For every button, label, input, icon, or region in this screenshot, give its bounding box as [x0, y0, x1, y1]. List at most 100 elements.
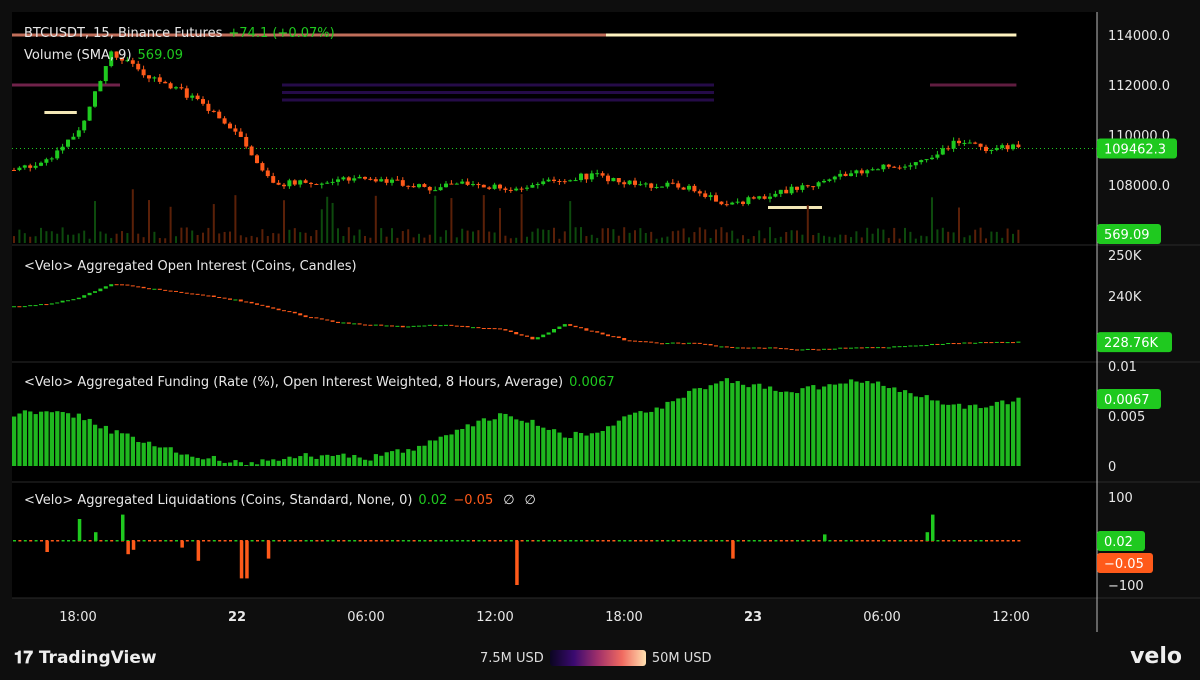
funding-bar: [843, 383, 848, 466]
funding-bar: [751, 384, 756, 466]
liq-empty-2: ∅: [524, 493, 536, 508]
oi-candle: [757, 347, 762, 349]
oi-candle: [460, 325, 465, 327]
liq-tick: −100: [1108, 579, 1144, 594]
oi-candle: [395, 325, 400, 327]
oi-candle: [492, 328, 497, 330]
heatmap-level: [282, 98, 714, 102]
price-candle: [71, 136, 76, 140]
oi-candle: [87, 292, 92, 296]
price-candle: [411, 186, 416, 188]
liq-baseline-bar: [904, 540, 907, 542]
liq-baseline-bar: [256, 540, 259, 542]
volume-bar: [569, 201, 572, 243]
oi-candle: [341, 322, 346, 324]
funding-bar: [141, 442, 146, 466]
volume-bar: [574, 227, 577, 243]
liq-baseline-bar: [715, 540, 718, 542]
volume-bar: [520, 194, 523, 243]
liq-baseline-bar: [887, 540, 891, 542]
tradingview-logo[interactable]: 𝟏𝟕 TradingView: [14, 648, 157, 668]
liq-legend: <Velo> Aggregated Liquidations (Coins, S…: [24, 493, 536, 508]
oi-candle: [147, 288, 151, 290]
main-legend: BTCUSDT, 15, Binance Futures +74.1 (+0.07…: [24, 26, 335, 41]
price-change: +74.1 (+0.07%): [228, 26, 335, 41]
liq-baseline-bar: [250, 540, 254, 542]
oi-candle: [49, 303, 54, 305]
price-candle: [903, 166, 907, 168]
funding-bar: [411, 450, 416, 466]
funding-bar: [114, 430, 119, 466]
volume-bar: [790, 230, 793, 243]
oi-candle: [255, 303, 259, 305]
price-candle: [579, 173, 583, 181]
price-candle: [546, 179, 551, 182]
funding-bar: [352, 454, 357, 466]
liq-baseline-bar: [693, 540, 697, 542]
liquidation-bar: [121, 514, 125, 541]
price-candle: [249, 146, 254, 156]
funding-bar: [363, 459, 368, 466]
oi-candle: [390, 325, 394, 327]
volume-bar: [115, 233, 118, 243]
volume-bar: [623, 227, 626, 243]
liq-baseline-bar: [331, 540, 335, 542]
liquidation-bar: [180, 541, 184, 548]
liq-baseline-bar: [774, 540, 778, 542]
price-candle: [238, 131, 243, 137]
chart-canvas[interactable]: 114000.0112000.0110000.0108000.0250K240K…: [0, 0, 1200, 632]
funding-bar: [93, 424, 98, 466]
price-candle: [141, 69, 146, 76]
funding-bar: [314, 458, 319, 466]
funding-bar: [579, 433, 584, 466]
price-candle: [697, 191, 702, 194]
volume-bar: [936, 229, 939, 243]
volume-bar: [725, 232, 728, 243]
oi-candle: [951, 343, 956, 345]
price-candle: [616, 178, 621, 183]
funding-bar: [487, 420, 492, 466]
price-candle: [157, 77, 162, 82]
oi-candle: [98, 288, 103, 292]
heatmap-level: [768, 206, 822, 209]
volume-bar: [715, 229, 717, 243]
oi-legend: <Velo> Aggregated Open Interest (Coins, …: [24, 259, 357, 274]
price-candle: [681, 187, 686, 190]
volume-bar: [380, 228, 383, 243]
oi-candle: [60, 300, 65, 303]
funding-bar: [195, 457, 200, 466]
funding-bar: [454, 429, 459, 466]
liq-baseline-bar: [909, 540, 913, 542]
time-tick: 18:00: [59, 610, 96, 625]
price-candle: [741, 201, 745, 204]
liq-baseline-bar: [569, 540, 573, 542]
price-candle: [454, 183, 459, 185]
volume-bar: [175, 236, 177, 243]
oi-candle: [12, 306, 16, 308]
funding-bar: [913, 396, 918, 466]
oi-candle: [579, 327, 583, 329]
funding-bar: [103, 425, 108, 466]
volume-bar: [769, 227, 771, 243]
price-candle: [271, 176, 276, 183]
liq-baseline-bar: [304, 540, 308, 542]
oi-candle: [649, 341, 654, 343]
oi-candle: [789, 348, 794, 350]
liq-baseline-bar: [153, 540, 157, 542]
volume-bar: [526, 236, 528, 243]
price-candle: [778, 189, 783, 194]
oi-candle: [940, 343, 945, 345]
liq-baseline-bar: [801, 540, 805, 542]
volume-bar: [99, 231, 102, 243]
volume-bar: [450, 198, 453, 243]
funding-bar: [989, 405, 994, 466]
oi-candle: [1005, 342, 1010, 344]
funding-bar: [562, 437, 567, 466]
funding-tick: 0.005: [1108, 410, 1145, 425]
oi-candle: [735, 347, 740, 349]
funding-bar: [757, 383, 762, 466]
volume-bar: [515, 237, 518, 243]
liq-baseline-bar: [148, 540, 151, 542]
liquidation-bar: [245, 541, 249, 579]
liq-baseline-bar: [698, 540, 702, 542]
